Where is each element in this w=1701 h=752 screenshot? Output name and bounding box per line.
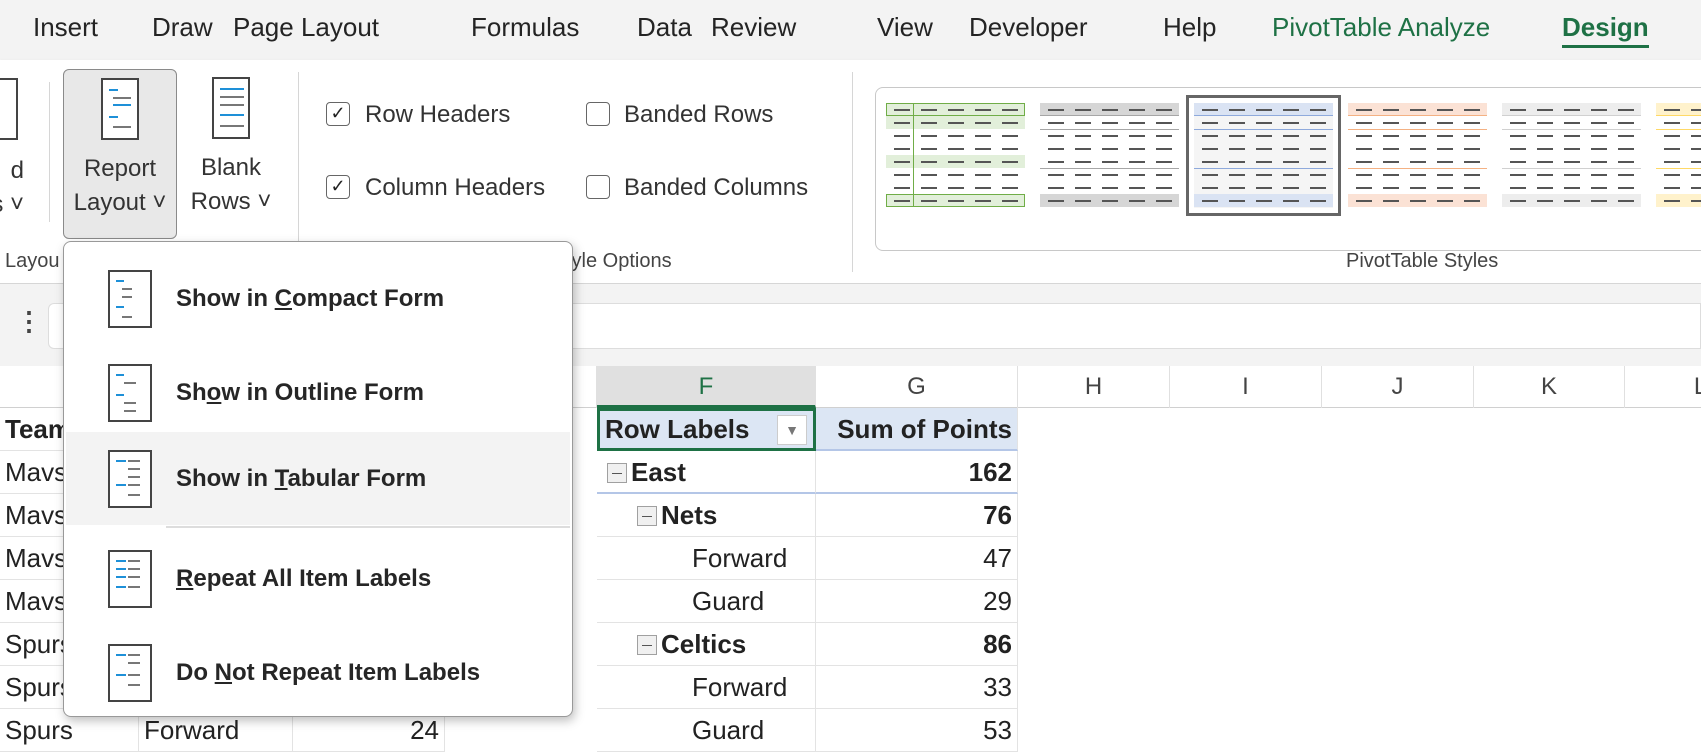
blank-rows-button[interactable]: Blank Rows ˅ — [190, 69, 272, 239]
filter-dropdown-icon[interactable]: ▼ — [777, 415, 807, 445]
divider — [49, 82, 50, 222]
pivottable-styles-group-label: PivotTable Styles — [1346, 250, 1499, 272]
pivot-label-text: Guard — [692, 715, 765, 745]
menu-separator — [166, 526, 570, 528]
pivot-row-label[interactable]: Guard — [597, 580, 816, 623]
column-header-h[interactable]: H — [1018, 366, 1170, 408]
pivot-row-value[interactable]: 162 — [816, 451, 1018, 494]
banded-rows-label: Banded Rows — [624, 101, 774, 128]
pivot-row-value[interactable]: 86 — [816, 623, 1018, 666]
column-headers-label: Column Headers — [365, 174, 546, 201]
pivot-row-label[interactable]: Forward — [597, 666, 816, 709]
button-label: s ˅ — [0, 191, 24, 218]
pivot-label-text: Forward — [692, 543, 788, 573]
report-layout-label-1: Report — [83, 155, 157, 182]
tab-formulas[interactable]: Formulas — [471, 12, 579, 43]
menu-item-label: Show in Compact Form — [176, 284, 445, 312]
column-header-k[interactable]: K — [1474, 366, 1625, 408]
column-header-g[interactable]: G — [816, 366, 1018, 408]
tab-developer[interactable]: Developer — [969, 12, 1088, 43]
banded-rows-checkbox[interactable] — [586, 102, 610, 126]
tab-pivottable-analyze[interactable]: PivotTable Analyze — [1272, 12, 1490, 43]
menu-item-show-compact-form[interactable]: Show in Compact Form — [66, 252, 570, 345]
layout-icon — [0, 78, 18, 140]
more-options-icon[interactable]: ⋮ — [16, 306, 42, 337]
pivot-row-label[interactable]: Celtics — [597, 623, 816, 666]
tab-view[interactable]: View — [877, 12, 933, 43]
style-options-group-label: tyle Options — [566, 250, 672, 272]
blank-rows-label-2: Rows ˅ — [190, 188, 272, 215]
menu-item-label: Show in Outline Form — [176, 378, 425, 406]
pivot-row-label[interactable]: East — [597, 451, 816, 494]
tab-draw[interactable]: Draw — [152, 12, 213, 43]
pivot-style-light-orange[interactable] — [1348, 103, 1487, 208]
column-header-j[interactable]: J — [1322, 366, 1474, 408]
show-outline-form-icon — [108, 363, 152, 422]
pivot-row-label[interactable]: Nets — [597, 494, 816, 537]
pivot-style-light-yellow[interactable] — [1656, 103, 1701, 208]
pivottable-styles-gallery — [875, 87, 1701, 251]
divider — [852, 72, 853, 272]
tab-insert[interactable]: Insert — [33, 12, 98, 43]
blank-rows-icon — [212, 77, 250, 139]
menu-item-show-outline-form[interactable]: Show in Outline Form — [66, 346, 570, 439]
pivot-style-light-green[interactable] — [886, 103, 1025, 208]
row-headers-checkbox[interactable]: ✓ — [326, 102, 350, 126]
ribbon-tab-bar: Insert Draw Page Layout Formulas Data Re… — [0, 0, 1701, 60]
column-header-l[interactable]: L — [1625, 366, 1701, 408]
report-layout-menu: Show in Compact Form Show in Outline Form… — [63, 241, 573, 717]
menu-item-label: Do Not Repeat Item Labels — [176, 658, 481, 686]
pivot-row-value[interactable]: 33 — [816, 666, 1018, 709]
blank-rows-label-1: Blank — [200, 154, 262, 181]
pivot-label-text: Nets — [661, 500, 718, 530]
banded-columns-checkbox[interactable] — [586, 175, 610, 199]
button-label: d — [10, 157, 24, 184]
pivot-row-labels-header[interactable]: Row Labels ▼ — [597, 408, 816, 451]
report-layout-button[interactable]: Report Layout ˅ — [63, 69, 177, 239]
collapse-icon[interactable] — [637, 635, 657, 655]
pivot-label-text: East — [631, 457, 686, 487]
column-header-i[interactable]: I — [1170, 366, 1322, 408]
column-headers-checkbox[interactable]: ✓ — [326, 175, 350, 199]
pivot-style-light-gray[interactable] — [1502, 103, 1641, 208]
pivot-label-text: Celtics — [661, 629, 747, 659]
do-not-repeat-item-labels-icon — [108, 643, 152, 702]
report-layout-icon — [101, 78, 139, 140]
column-header-f[interactable]: F — [597, 366, 816, 408]
tab-data[interactable]: Data — [637, 12, 692, 43]
pivot-style-medium-gray[interactable] — [1040, 103, 1179, 208]
row-headers-label: Row Headers — [365, 101, 511, 128]
menu-item-do-not-repeat-item-labels[interactable]: Do Not Repeat Item Labels — [66, 626, 570, 719]
layout-group-label: Layou — [5, 250, 60, 272]
collapse-icon[interactable] — [637, 506, 657, 526]
pivot-style-light-blue[interactable] — [1186, 95, 1341, 216]
menu-item-label: Repeat All Item Labels — [176, 564, 432, 592]
banded-columns-label: Banded Columns — [624, 174, 809, 201]
pivot-row-value[interactable]: 53 — [816, 709, 1018, 752]
partial-layout-button[interactable]: d s ˅ — [0, 70, 24, 240]
report-layout-label-2: Layout ˅ — [73, 189, 167, 216]
menu-item-label: Show in Tabular Form — [176, 464, 427, 492]
show-compact-form-icon — [108, 269, 152, 328]
pivot-row-value[interactable]: 29 — [816, 580, 1018, 623]
menu-item-show-tabular-form[interactable]: Show in Tabular Form — [66, 432, 570, 525]
pivot-row-label[interactable]: Guard — [597, 709, 816, 752]
repeat-all-item-labels-icon — [108, 549, 152, 608]
tab-review[interactable]: Review — [711, 12, 796, 43]
pivot-label-text: Guard — [692, 586, 765, 616]
pivot-row-value[interactable]: 47 — [816, 537, 1018, 580]
pivot-label-text: Forward — [692, 672, 788, 702]
tab-help[interactable]: Help — [1163, 12, 1216, 43]
show-tabular-form-icon — [108, 449, 152, 508]
tab-design[interactable]: Design — [1562, 12, 1649, 48]
pivot-row-label[interactable]: Forward — [597, 537, 816, 580]
tab-page-layout[interactable]: Page Layout — [233, 12, 379, 43]
pivot-row-value[interactable]: 76 — [816, 494, 1018, 537]
collapse-icon[interactable] — [607, 463, 627, 483]
row-labels-text: Row Labels — [605, 414, 750, 444]
menu-item-repeat-all-item-labels[interactable]: Repeat All Item Labels — [66, 532, 570, 625]
pivot-sum-header[interactable]: Sum of Points — [816, 408, 1018, 451]
